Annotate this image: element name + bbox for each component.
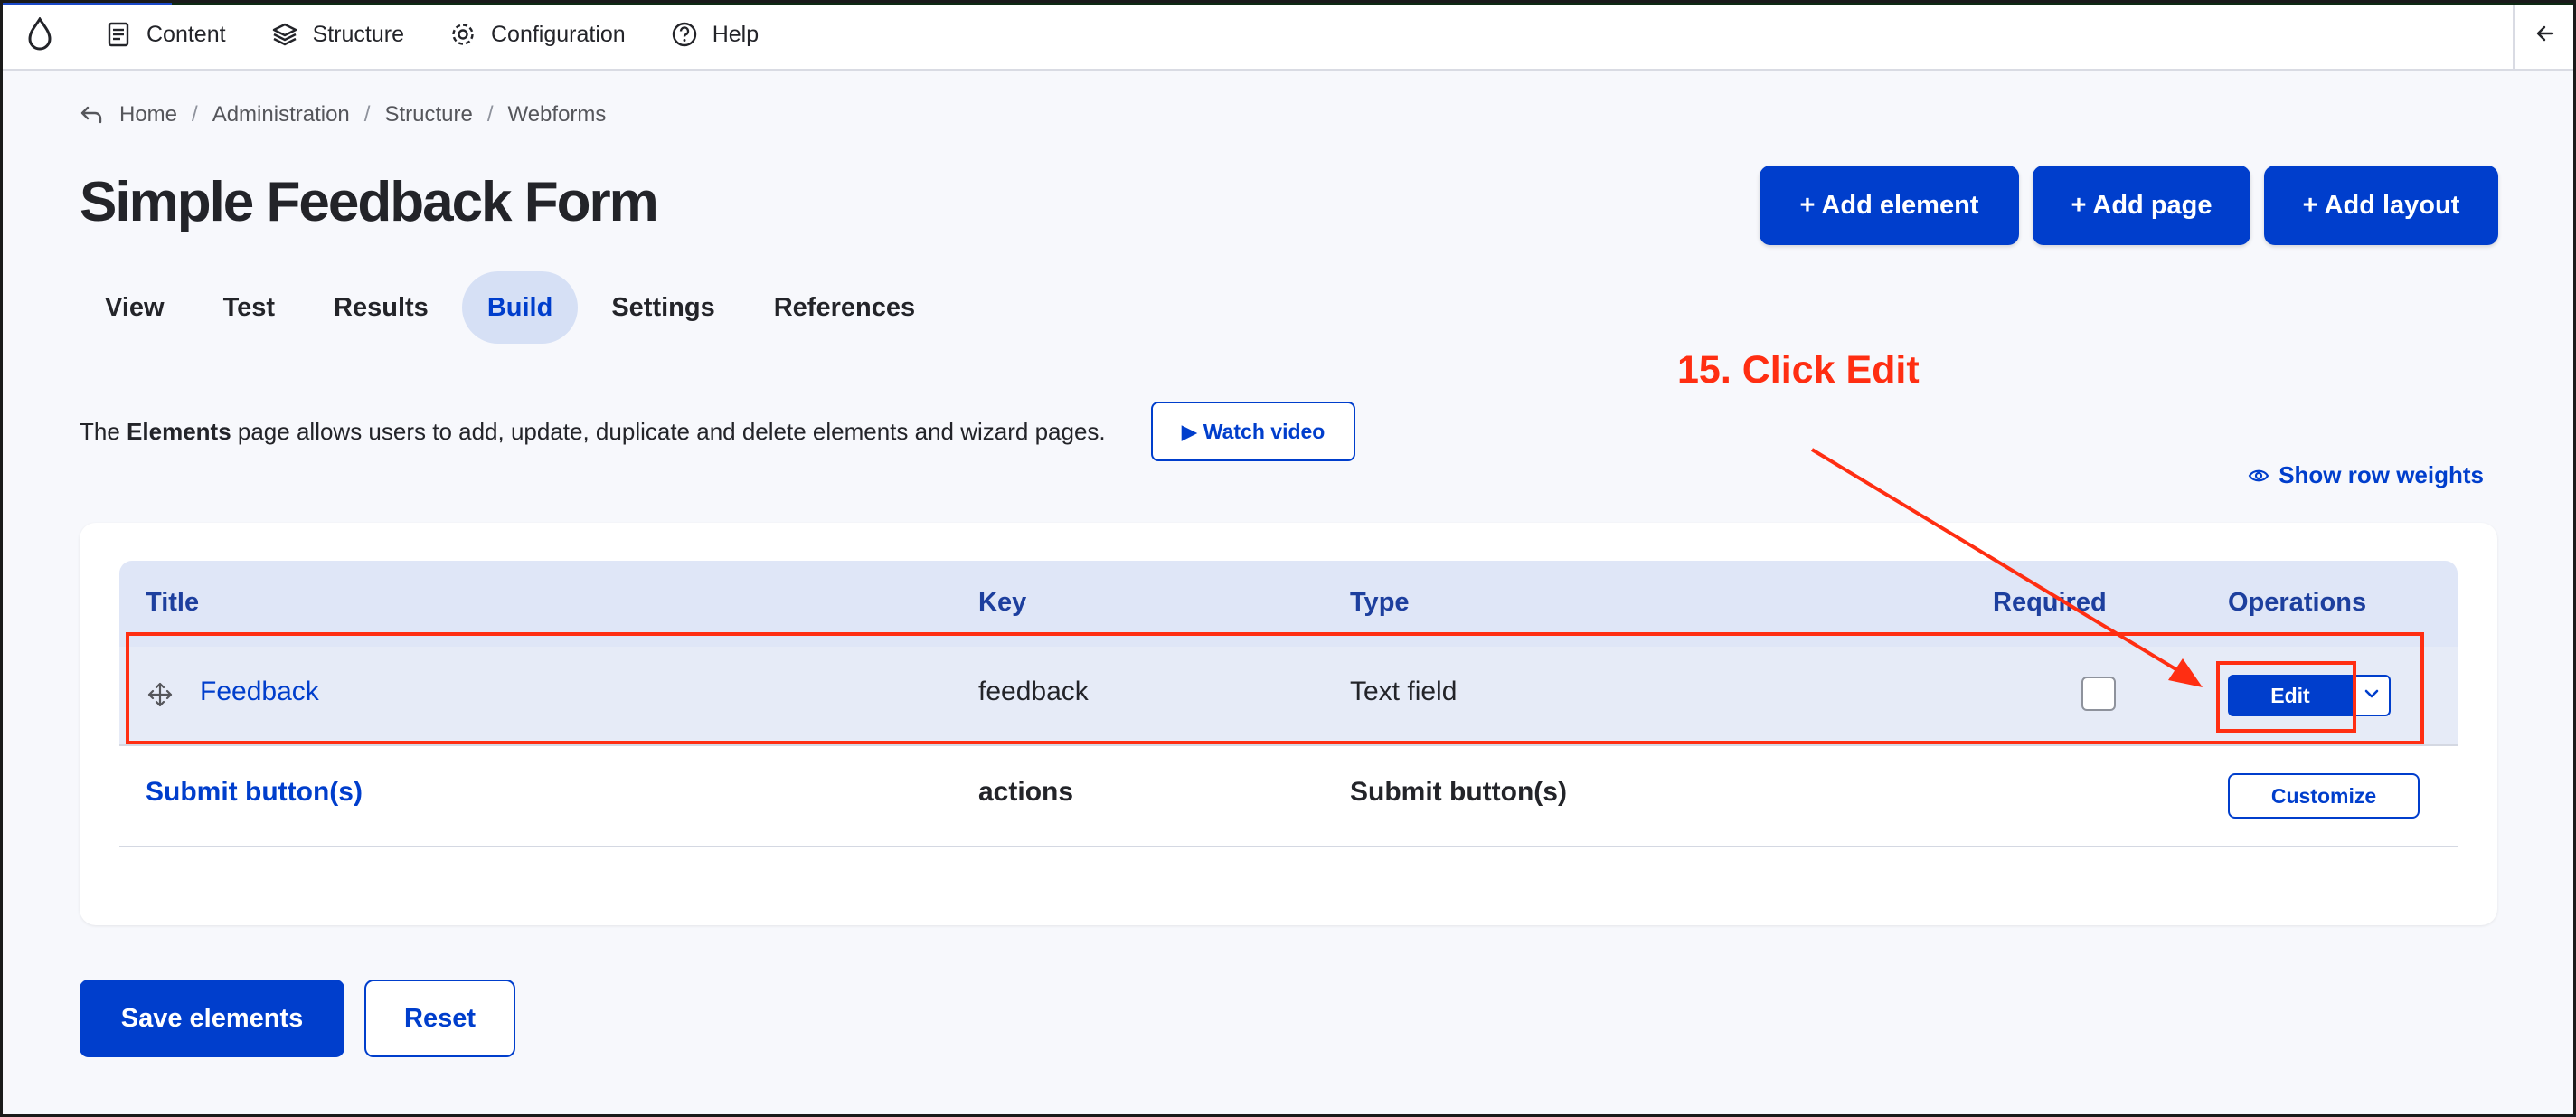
gear-icon bbox=[449, 21, 477, 48]
annotation-highlight-row bbox=[126, 632, 2424, 744]
toolbar-structure-label: Structure bbox=[312, 21, 404, 47]
layers-icon bbox=[271, 21, 298, 48]
submit-key: actions bbox=[978, 777, 1074, 807]
intro-text: The Elements page allows users to add, u… bbox=[80, 418, 1106, 446]
tab-references[interactable]: References bbox=[749, 271, 940, 344]
breadcrumb: Home / Administration / Structure / Webf… bbox=[80, 102, 606, 128]
show-row-weights-label: Show row weights bbox=[2279, 461, 2484, 488]
annotation-step-label: 15. Click Edit bbox=[1677, 348, 1920, 392]
arrow-left-icon bbox=[2534, 23, 2556, 49]
back-arrow-icon bbox=[80, 105, 103, 125]
intro-bold: Elements bbox=[127, 418, 231, 445]
column-header-title: Title bbox=[146, 588, 200, 617]
eye-icon bbox=[2248, 468, 2269, 484]
help-circle-icon bbox=[671, 21, 698, 48]
toolbar-collapse-button[interactable] bbox=[2513, 0, 2576, 71]
customize-button[interactable]: Customize bbox=[2228, 773, 2420, 819]
breadcrumb-structure[interactable]: Structure bbox=[384, 102, 472, 128]
breadcrumb-home[interactable]: Home bbox=[119, 102, 177, 128]
drupal-logo-icon[interactable] bbox=[0, 0, 80, 70]
top-accent-bar bbox=[0, 0, 2576, 5]
column-header-key: Key bbox=[978, 588, 1027, 617]
intro-suffix: page allows users to add, update, duplic… bbox=[237, 418, 1106, 445]
toolbar-configuration[interactable]: Configuration bbox=[449, 0, 626, 70]
add-page-button[interactable]: + Add page bbox=[2033, 166, 2250, 245]
save-elements-button[interactable]: Save elements bbox=[80, 980, 344, 1057]
toolbar-content[interactable]: Content bbox=[105, 0, 226, 70]
add-element-button[interactable]: + Add element bbox=[1760, 166, 2019, 245]
toolbar-help[interactable]: Help bbox=[671, 0, 759, 70]
tab-settings[interactable]: Settings bbox=[586, 271, 740, 344]
admin-toolbar: Content Structure Configuration Help bbox=[0, 0, 2576, 71]
tab-results[interactable]: Results bbox=[308, 271, 454, 344]
breadcrumb-separator: / bbox=[486, 102, 494, 127]
breadcrumb-webforms[interactable]: Webforms bbox=[507, 102, 606, 128]
submit-buttons-link[interactable]: Submit button(s) bbox=[146, 777, 363, 808]
toolbar-configuration-label: Configuration bbox=[491, 21, 626, 47]
document-icon bbox=[105, 21, 132, 48]
column-header-type: Type bbox=[1350, 588, 1410, 617]
tab-bar: View Test Results Build Settings Referen… bbox=[80, 271, 948, 344]
column-header-required: Required bbox=[1993, 588, 2107, 617]
watch-video-button[interactable]: ▶ Watch video bbox=[1151, 402, 1355, 461]
submit-type: Submit button(s) bbox=[1350, 777, 1567, 807]
show-row-weights-link[interactable]: Show row weights bbox=[2248, 461, 2484, 489]
annotation-highlight-edit bbox=[2216, 661, 2356, 733]
page-title: Simple Feedback Form bbox=[80, 171, 659, 233]
reset-button[interactable]: Reset bbox=[364, 980, 515, 1057]
breadcrumb-separator: / bbox=[192, 102, 198, 127]
toolbar-help-label: Help bbox=[712, 21, 760, 47]
tab-test[interactable]: Test bbox=[198, 271, 300, 344]
breadcrumb-separator: / bbox=[363, 102, 371, 127]
intro-prefix: The bbox=[80, 418, 120, 445]
table-row bbox=[119, 746, 2458, 847]
column-header-operations: Operations bbox=[2228, 588, 2367, 617]
breadcrumb-administration[interactable]: Administration bbox=[212, 102, 350, 128]
tab-build[interactable]: Build bbox=[461, 271, 579, 344]
tab-view[interactable]: View bbox=[80, 271, 190, 344]
add-layout-button[interactable]: + Add layout bbox=[2264, 166, 2498, 245]
toolbar-structure[interactable]: Structure bbox=[271, 0, 404, 70]
toolbar-content-label: Content bbox=[146, 21, 226, 47]
